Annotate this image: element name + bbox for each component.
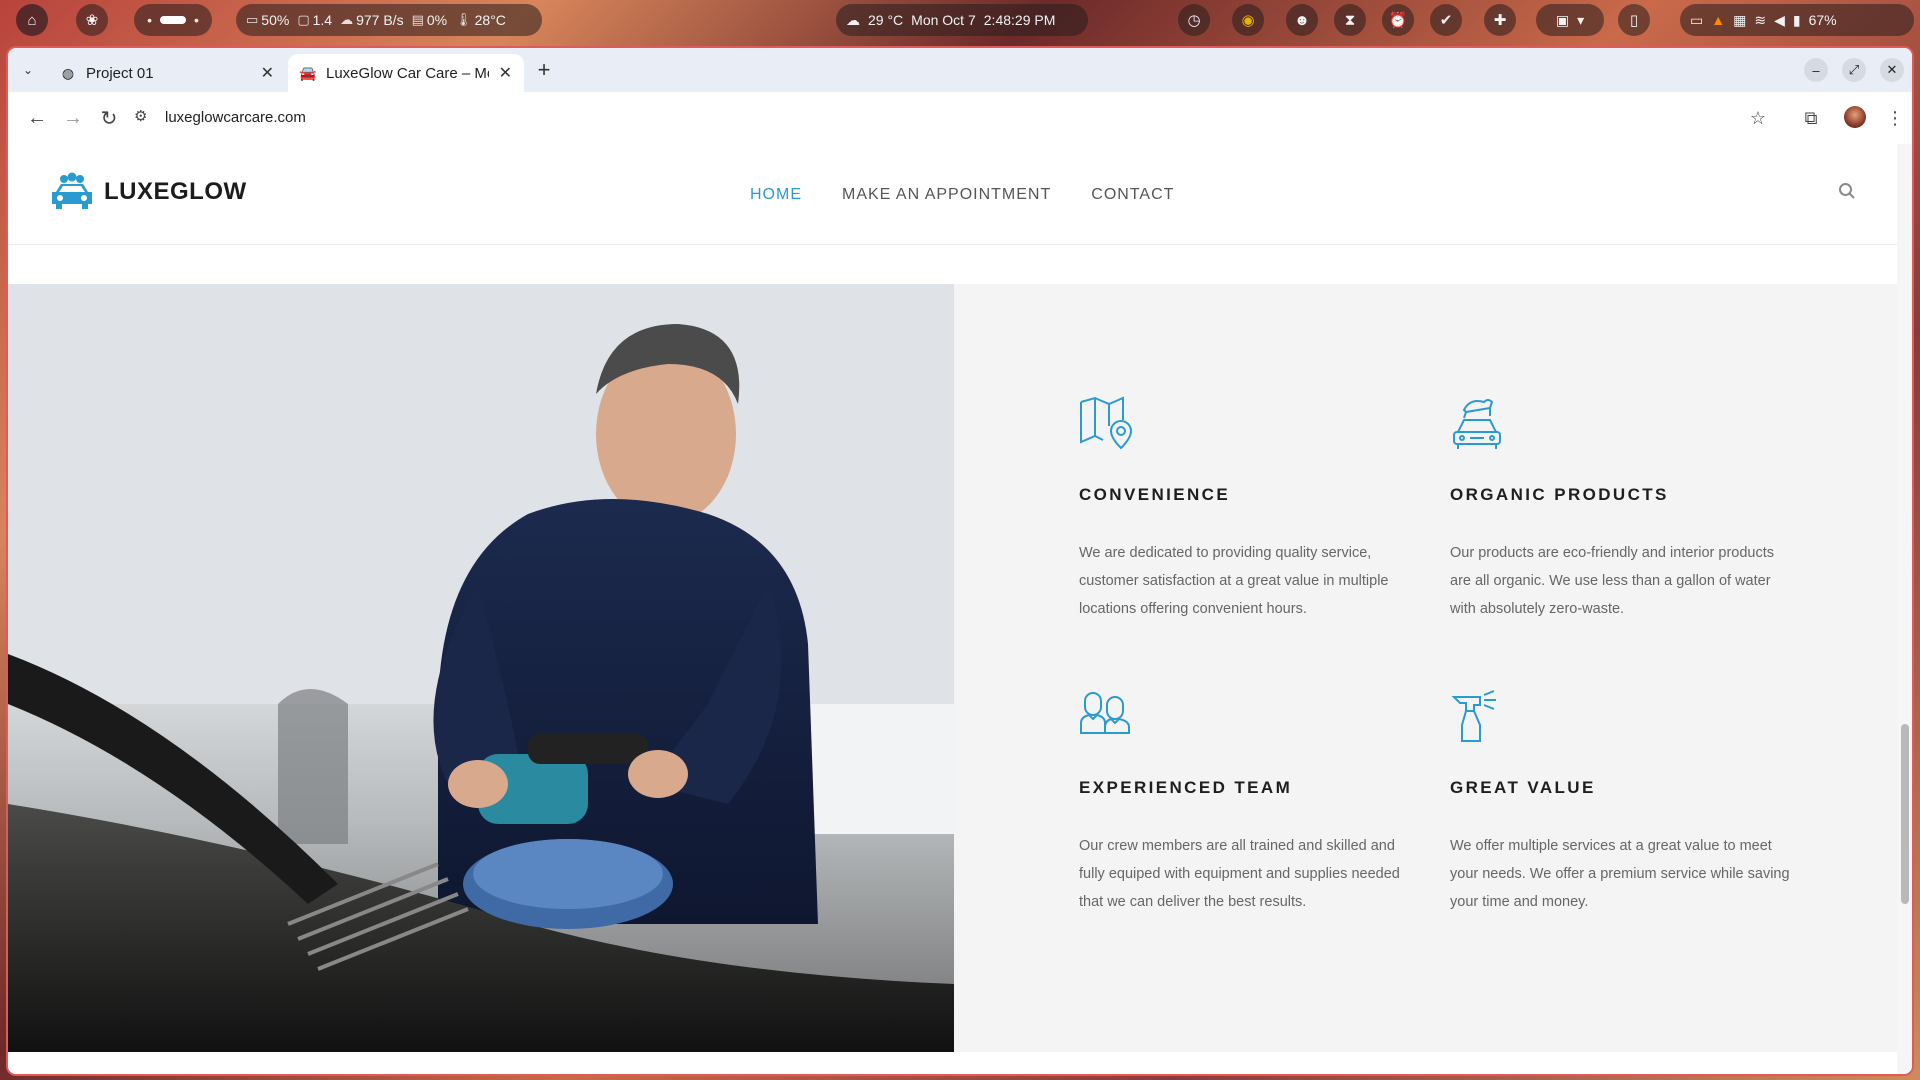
feature-convenience: CONVENIENCE We are dedicated to providin… (1079, 396, 1419, 623)
site-header: LUXEGLOW HOME MAKE AN APPOINTMENT CONTAC… (8, 144, 1897, 245)
puzzle-icon[interactable]: ✚ (1484, 4, 1516, 36)
feature-title: CONVENIENCE (1079, 485, 1231, 504)
globe-icon: ◍ (61, 64, 75, 81)
back-arrow-icon[interactable]: ← (24, 105, 50, 131)
ghost-icon[interactable]: ☻ (1286, 4, 1318, 36)
workspace-indicator[interactable]: • • (134, 4, 212, 36)
tab-project-01[interactable]: ◍ Project 01 ✕ (48, 54, 286, 92)
hourglass-icon[interactable]: ⧗ (1334, 4, 1366, 36)
tray-status[interactable]: ▭ ▲ ▦ ≋ ◀ ▮ 67% (1680, 4, 1914, 36)
address-bar[interactable]: luxeglowcarcare.com (165, 109, 306, 126)
kebab-menu-icon[interactable]: ⋮ (1882, 105, 1908, 131)
car-wash-logo-icon (52, 172, 92, 209)
nav-appointment[interactable]: MAKE AN APPOINTMENT (842, 186, 1051, 204)
cpu-icon: ▤ (411, 12, 424, 27)
minimize-icon[interactable]: – (1804, 58, 1828, 82)
temp-stat: 28°C (474, 12, 506, 28)
wifi-icon: ≋ (1754, 11, 1767, 28)
launcher-icon[interactable]: ⌂ (16, 4, 48, 36)
check-icon[interactable]: ✔ (1430, 4, 1462, 36)
new-tab-button[interactable]: + (532, 57, 556, 82)
tab-luxeglow[interactable]: 🚘 LuxeGlow Car Care – Mo ✕ (288, 54, 524, 92)
car-polishing-illustration (8, 284, 954, 1052)
close-icon[interactable]: ✕ (499, 63, 512, 83)
bookmark-star-icon[interactable]: ☆ (1745, 105, 1771, 131)
app-avatar-icon[interactable]: ❀ (76, 4, 108, 36)
browser-toolbar: ← → ↻ ⚙ luxeglowcarcare.com ☆ ⧉ ⋮ (8, 92, 1912, 145)
screenshot-menu[interactable]: ▣ ▾ (1536, 4, 1604, 36)
feature-text: We offer multiple services at a great va… (1450, 838, 1790, 910)
feature-title: GREAT VALUE (1450, 778, 1596, 797)
system-stats[interactable]: ▭ 50% ▢ 1.4 ☁ 977 B/s ▤ 0% 🌡 28°C (236, 4, 542, 36)
page-scrollbar[interactable] (1897, 144, 1912, 1074)
team-icon (1080, 691, 1130, 734)
brand-name: LUXEGLOW (104, 178, 247, 205)
feature-text: Our crew members are all trained and ski… (1079, 838, 1400, 910)
weather-icon: ☁ (846, 11, 860, 28)
battery-percent: 67% (1808, 12, 1837, 28)
workspace-dot-icon: • (194, 12, 199, 28)
profile-avatar[interactable] (1844, 106, 1866, 128)
cpu-stat: 0% (426, 12, 448, 28)
clock-widget[interactable]: ☁ 29 °C Mon Oct 7 2:48:29 PM (836, 4, 1088, 36)
spray-bottle-icon (1451, 690, 1496, 742)
site-info-icon[interactable]: ⚙ (134, 107, 147, 125)
browser-window: ⌄ ◍ Project 01 ✕ 🚘 LuxeGlow Car Care – M… (8, 48, 1912, 1074)
close-window-icon[interactable]: ✕ (1880, 58, 1904, 82)
tab-title: LuxeGlow Car Care – Mo (326, 64, 489, 82)
forward-arrow-icon[interactable]: → (60, 105, 86, 131)
page-viewport: LUXEGLOW HOME MAKE AN APPOINTMENT CONTAC… (8, 144, 1897, 1074)
feature-title: ORGANIC PRODUCTS (1450, 485, 1669, 504)
features-section: CONVENIENCE We are dedicated to providin… (954, 284, 1897, 1052)
feature-experienced-team: EXPERIENCED TEAM Our crew members are al… (1079, 689, 1419, 916)
feature-title: EXPERIENCED TEAM (1079, 778, 1293, 797)
search-icon[interactable] (1838, 182, 1856, 205)
alarm-icon[interactable]: ⏰ (1382, 4, 1414, 36)
cloud-icon: ☁ (340, 12, 354, 27)
site-logo[interactable]: LUXEGLOW (50, 172, 247, 212)
car-wash-icon (1453, 399, 1501, 449)
thermometer-icon: 🌡 (455, 12, 472, 27)
weather-temp: 29 °C (868, 12, 904, 28)
clipboard-icon[interactable]: ▯ (1618, 4, 1650, 36)
reload-icon[interactable]: ↻ (96, 105, 122, 131)
nav-home[interactable]: HOME (750, 186, 802, 204)
workspace-dot-icon: • (147, 12, 152, 28)
extensions-icon[interactable]: ⧉ (1798, 105, 1824, 131)
chevron-down-icon: ▾ (1577, 11, 1585, 28)
nav-contact[interactable]: CONTACT (1091, 186, 1174, 204)
feature-great-value: GREAT VALUE We offer multiple services a… (1450, 689, 1790, 916)
image-icon: ▣ (1555, 11, 1570, 28)
close-icon[interactable]: ✕ (261, 63, 274, 83)
tab-strip: ⌄ ◍ Project 01 ✕ 🚘 LuxeGlow Car Care – M… (8, 48, 1912, 92)
system-top-bar: ⌂ ❀ • • ▭ 50% ▢ 1.4 ☁ 977 B/s ▤ 0% 🌡 28°C ☁ 2… (0, 0, 1920, 42)
flame-icon: ▲ (1711, 12, 1726, 28)
feature-text: We are dedicated to providing quality se… (1079, 545, 1389, 617)
main-nav: HOME MAKE AN APPOINTMENT CONTACT (750, 186, 1174, 204)
scrollbar-thumb[interactable] (1901, 724, 1909, 904)
active-workspace-icon (160, 16, 186, 24)
eye-icon[interactable]: ◉ (1232, 4, 1264, 36)
time-label: 2:48:29 PM (983, 12, 1056, 28)
car-favicon-icon: 🚘 (299, 64, 317, 81)
battery-stat: 50% (261, 12, 290, 28)
load-stat: 1.4 (312, 12, 333, 28)
battery-stat-icon: ▭ (246, 12, 259, 27)
tab-title: Project 01 (86, 64, 154, 82)
tab-search-chevron-icon[interactable]: ⌄ (16, 58, 40, 82)
map-pin-icon (1080, 396, 1133, 450)
monitor-icon: ▢ (297, 12, 310, 27)
network-stat: 977 B/s (356, 12, 404, 28)
maximize-icon[interactable]: ⤢ (1842, 58, 1866, 82)
feature-organic-products: ORGANIC PRODUCTS Our products are eco-fr… (1450, 396, 1790, 623)
timer-icon[interactable]: ◷ (1178, 4, 1210, 36)
feature-text: Our products are eco-friendly and interi… (1450, 545, 1774, 617)
hero-image-polishing (8, 284, 954, 1052)
display-icon: ▭ (1690, 11, 1704, 28)
grid-icon: ▦ (1733, 11, 1747, 28)
date-label: Mon Oct 7 (911, 12, 976, 28)
volume-icon: ◀ (1774, 11, 1785, 28)
battery-icon: ▮ (1792, 11, 1801, 28)
